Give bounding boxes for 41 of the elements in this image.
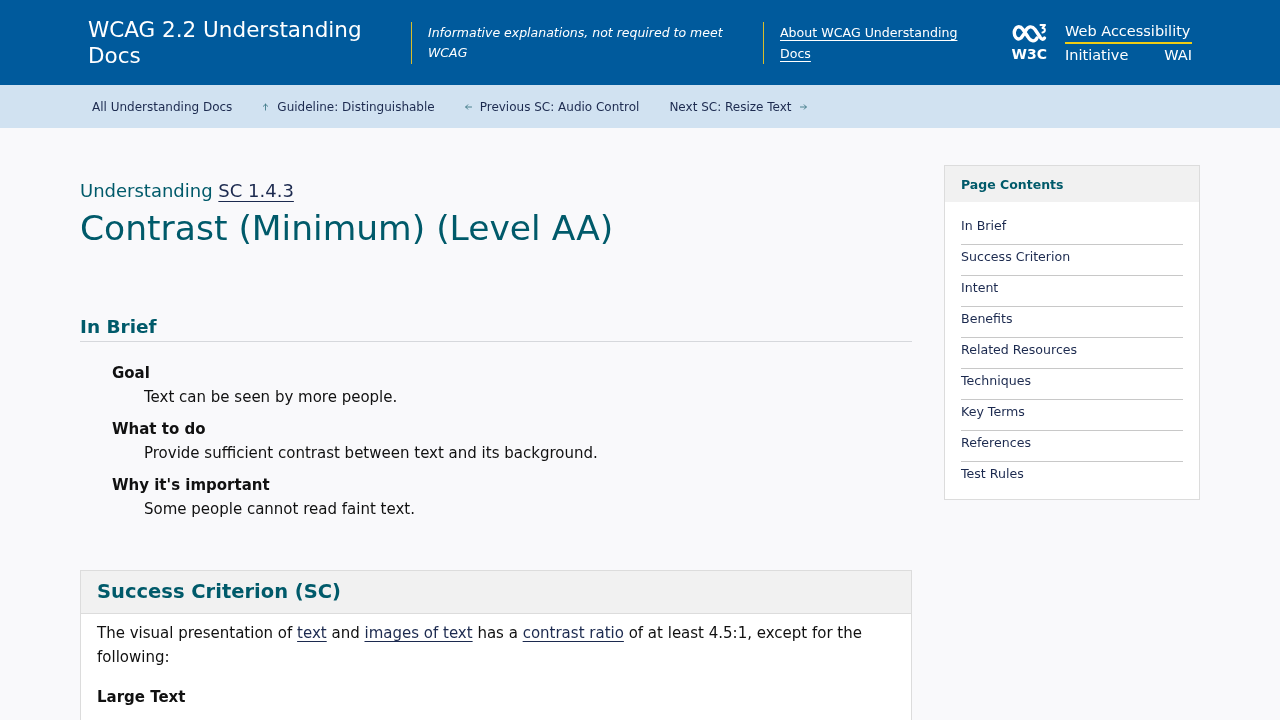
brief-description: Text can be seen by more people.: [144, 387, 398, 408]
arrow-right-icon: [799, 102, 807, 111]
sc-paragraph: The visual presentation of text and images of text has a contrast ratio of at least 4.5:1, except for the following:: [97, 623, 863, 668]
section-heading: In Brief: [80, 315, 157, 339]
glossary-link[interactable]: images of text: [364, 624, 473, 642]
sc-link[interactable]: SC 1.4.3: [218, 180, 294, 201]
logo-name-text: Web Accessibility: [1065, 20, 1192, 44]
arrow-left-icon: [464, 102, 472, 111]
logo-abbreviation: WAI: [1164, 45, 1192, 65]
contents-link[interactable]: Benefits: [961, 311, 1013, 326]
contents-link[interactable]: In Brief: [961, 218, 1007, 233]
contents-link[interactable]: Success Criterion: [961, 249, 1071, 264]
arrow-up-icon: [262, 102, 270, 111]
brief-description: Some people cannot read faint text.: [144, 499, 415, 520]
contents-link[interactable]: Related Resources: [961, 342, 1078, 357]
about-link[interactable]: About WCAG Understanding Docs: [780, 21, 985, 64]
brief-description: Provide sufficient contrast between text and its background.: [144, 443, 598, 464]
nav-link[interactable]: All Understanding Docs: [92, 99, 233, 114]
page-eyebrow: Understanding SC 1.4.3: [80, 179, 294, 203]
brief-term: Why it's important: [112, 475, 270, 496]
brief-term: Goal: [112, 363, 150, 384]
page-title: Contrast (Minimum) (Level AA): [80, 207, 614, 250]
contents-link[interactable]: Techniques: [961, 373, 1031, 388]
glossary-link[interactable]: contrast ratio: [522, 624, 624, 642]
brief-term: What to do: [112, 419, 206, 440]
nav-link[interactable]: Next SC: Resize Text: [669, 99, 807, 114]
logo-mark-label: W3C: [1011, 46, 1047, 62]
sidebar-heading: Page Contents: [961, 176, 1064, 192]
contents-link[interactable]: References: [961, 435, 1031, 450]
glossary-link[interactable]: text: [297, 624, 327, 642]
contents-link[interactable]: Intent: [961, 280, 999, 295]
wave-logo-icon: [1011, 23, 1047, 45]
nav-link[interactable]: Previous SC: Audio Control: [464, 99, 640, 114]
site-title: WCAG 2.2 Understanding Docs: [88, 16, 363, 69]
panel-heading: Success Criterion (SC): [97, 579, 341, 605]
nav-link[interactable]: Guideline: Distinguishable: [262, 99, 435, 114]
contents-link[interactable]: Test Rules: [961, 466, 1024, 481]
contents-link[interactable]: Key Terms: [961, 404, 1025, 419]
sub-heading: Large Text: [97, 687, 186, 708]
logo-name-text: Initiative: [1065, 45, 1129, 65]
site-tagline: Informative explanations, not required to meet WCAG: [428, 23, 724, 62]
